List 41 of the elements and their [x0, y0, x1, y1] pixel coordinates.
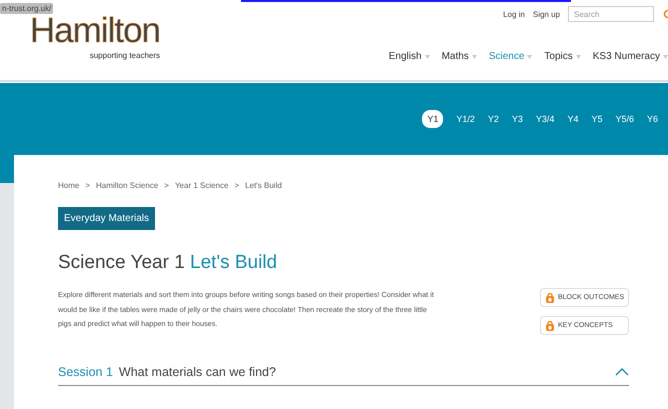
search-field[interactable]: Search [568, 6, 654, 22]
breadcrumb-link[interactable]: Year 1 Science [174, 181, 228, 190]
caret-icon [663, 54, 668, 58]
account-link[interactable]: Sign up [532, 10, 560, 18]
caret-icon [472, 54, 477, 58]
caret-icon [576, 54, 581, 58]
nav-tab[interactable]: Science [488, 51, 532, 62]
nav-tab[interactable]: Maths [442, 51, 477, 62]
year-tab[interactable]: Y5 [591, 110, 602, 128]
tagline: supporting teachers [90, 51, 160, 60]
category-tag: Everyday Materials [58, 207, 156, 230]
account-link[interactable]: Log in [503, 10, 525, 18]
year-tab[interactable]: Y1 [422, 110, 444, 128]
breadcrumb-link[interactable]: Let's Build [245, 181, 282, 190]
year-tab[interactable]: Y2 [488, 110, 499, 128]
year-tab[interactable]: Y6 [646, 110, 658, 128]
breadcrumb-separator: > [234, 181, 240, 190]
lock-icon [546, 292, 554, 302]
search-icon[interactable] [662, 9, 668, 19]
year-tab[interactable]: Y4 [567, 110, 578, 128]
caret-icon [527, 54, 532, 58]
url-tooltip: n-trust.org.uk/ [0, 3, 54, 14]
chevron-icon[interactable] [615, 368, 629, 376]
nav-tab[interactable]: English [388, 51, 430, 62]
year-tab[interactable]: Y3/4 [536, 110, 554, 128]
nav-tab[interactable]: KS3 Numeracy [592, 51, 668, 62]
session-title: What materials can we find? [118, 365, 276, 379]
page-title: Science Year 1 Let's Build [58, 252, 278, 274]
year-tab[interactable]: Y5/6 [615, 110, 634, 128]
lock-icon [546, 320, 554, 330]
breadcrumb-link[interactable]: Home [58, 181, 80, 190]
breadcrumb-separator: > [164, 181, 169, 190]
logo[interactable]: Hamilton [30, 12, 160, 50]
year-tab[interactable]: Y1/2 [456, 110, 475, 128]
caret-icon [424, 54, 430, 58]
session-number: Session 1 [58, 365, 113, 379]
nav-tab[interactable]: Topics [544, 51, 581, 62]
year-tab[interactable]: Y3 [512, 110, 523, 128]
session-header[interactable]: Session 1 What materials can we find? [58, 365, 629, 386]
breadcrumb-link[interactable]: Hamilton Science [96, 181, 158, 190]
breadcrumb-separator: > [85, 181, 90, 190]
